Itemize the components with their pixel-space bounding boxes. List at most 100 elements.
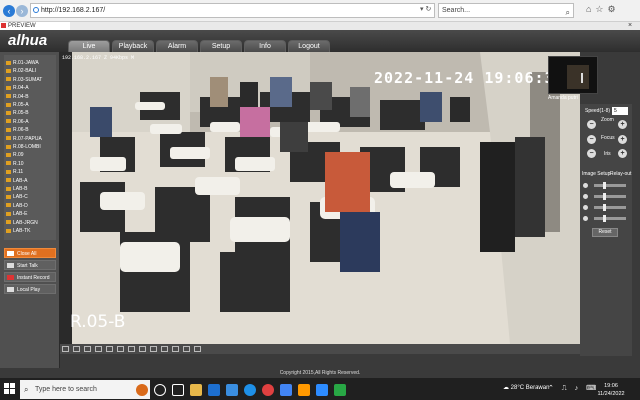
mail-icon[interactable] bbox=[208, 384, 220, 396]
tab-logout[interactable]: Logout bbox=[288, 40, 330, 52]
close-all-button[interactable]: Close All bbox=[4, 248, 56, 258]
folder-icon bbox=[7, 287, 14, 292]
pumpkin-icon bbox=[136, 384, 148, 396]
camera-list-item[interactable]: R.10 bbox=[6, 160, 24, 168]
contrast-slider[interactable] bbox=[594, 193, 626, 200]
camera-list-item[interactable]: R.01-JAWA bbox=[6, 59, 39, 67]
camera-list[interactable]: R.01-JAWA R.02-BALI R.03-SUMAT R.04-A R.04-B… bbox=[4, 55, 56, 240]
instant-record-button[interactable]: Instant Record bbox=[4, 272, 56, 282]
app-icon[interactable] bbox=[298, 384, 310, 396]
file-explorer-icon[interactable] bbox=[190, 384, 202, 396]
reset-button[interactable]: Reset bbox=[592, 228, 618, 237]
view-layout-icon[interactable] bbox=[161, 346, 168, 352]
video-toolbar bbox=[60, 344, 580, 354]
taskbar-clock[interactable]: 19:06 11/24/2022 bbox=[596, 382, 626, 398]
camera-list-item[interactable]: LAB-C bbox=[6, 193, 28, 201]
camera-label: R.07-PAPUA bbox=[13, 135, 42, 142]
focus-in-button[interactable]: + bbox=[618, 135, 627, 144]
camera-list-item[interactable]: R.03-SUMAT bbox=[6, 76, 42, 84]
store-icon[interactable] bbox=[226, 384, 238, 396]
weather-widget[interactable]: ☁ 28°C Berawan bbox=[503, 384, 549, 391]
camera-icon bbox=[6, 111, 11, 116]
chrome-icon[interactable] bbox=[262, 384, 274, 396]
camera-list-item[interactable]: R.02-BALI bbox=[6, 67, 36, 75]
camera-list-item[interactable]: R.05-B bbox=[6, 109, 29, 117]
app-icon[interactable] bbox=[334, 384, 346, 396]
view-layout-icon[interactable] bbox=[73, 346, 80, 352]
view-layout-icon[interactable] bbox=[183, 346, 190, 352]
system-tray-icons[interactable]: ⌃ ⎍ ♪ ⌨ bbox=[548, 384, 599, 393]
browser-search-input[interactable]: Search... ⌕ bbox=[438, 3, 574, 18]
camera-list-item[interactable]: R.06-B bbox=[6, 126, 29, 134]
camera-list-item[interactable]: R.06-A bbox=[6, 118, 29, 126]
tab-live[interactable]: Live bbox=[68, 40, 110, 52]
slider-knob[interactable] bbox=[602, 215, 606, 222]
search-icon[interactable]: ⌕ bbox=[566, 6, 570, 19]
view-layout-icon[interactable] bbox=[84, 346, 91, 352]
zoom-in-button[interactable]: + bbox=[618, 120, 627, 129]
tab-preview[interactable]: PREVIEW bbox=[0, 22, 70, 30]
view-layout-icon[interactable] bbox=[150, 346, 157, 352]
camera-list-item[interactable]: LAB-E bbox=[6, 210, 27, 218]
view-layout-icon[interactable] bbox=[62, 346, 69, 352]
camera-list-item[interactable]: R.04-B bbox=[6, 93, 29, 101]
camera-icon bbox=[6, 94, 11, 99]
view-layout-icon[interactable] bbox=[117, 346, 124, 352]
view-layout-icon[interactable] bbox=[128, 346, 135, 352]
app-icon[interactable] bbox=[280, 384, 292, 396]
camera-label: R.09 bbox=[13, 152, 24, 159]
camera-list-item[interactable]: R.11 bbox=[6, 168, 23, 176]
back-icon[interactable]: ‹ bbox=[3, 5, 15, 17]
hue-slider[interactable] bbox=[594, 215, 626, 222]
url-field[interactable]: http://192.168.2.167/ bbox=[30, 3, 435, 18]
close-tab-icon[interactable]: × bbox=[628, 22, 632, 29]
forward-icon[interactable]: › bbox=[16, 5, 28, 17]
taskbar-search-input[interactable]: ⌕ Type here to search bbox=[20, 380, 150, 399]
task-view-icon[interactable] bbox=[172, 384, 184, 396]
saturation-slider[interactable] bbox=[594, 204, 626, 211]
camera-list-item[interactable]: R.05-A bbox=[6, 101, 29, 109]
image-setup-label: Image Setup bbox=[582, 171, 611, 177]
camera-list-item[interactable]: R.07-PAPUA bbox=[6, 135, 42, 143]
view-layout-icon[interactable] bbox=[95, 346, 102, 352]
camera-list-item[interactable]: R.04-A bbox=[6, 84, 29, 92]
edge-icon[interactable] bbox=[244, 384, 256, 396]
slider-knob[interactable] bbox=[602, 204, 606, 211]
camera-list-item[interactable]: LAB-TK bbox=[6, 227, 31, 235]
camera-list-item[interactable]: R.08-LOMBI bbox=[6, 143, 41, 151]
tab-setup[interactable]: Setup bbox=[200, 40, 242, 52]
favorites-icon[interactable]: ⌂☆⚙ bbox=[586, 4, 620, 15]
slider-knob[interactable] bbox=[602, 193, 606, 200]
view-layout-icon[interactable] bbox=[139, 346, 146, 352]
slider-knob[interactable] bbox=[602, 182, 606, 189]
tab-info[interactable]: Info bbox=[244, 40, 286, 52]
start-talk-button[interactable]: Start Talk bbox=[4, 260, 56, 270]
tab-alarm[interactable]: Alarm bbox=[156, 40, 198, 52]
iris-close-button[interactable]: − bbox=[587, 149, 596, 158]
tab-playback[interactable]: Playback bbox=[112, 40, 154, 52]
camera-list-item[interactable]: LAB-JRGN bbox=[6, 219, 38, 227]
osd-camera-name: R.05-B bbox=[70, 312, 126, 332]
speed-select[interactable]: 5 bbox=[612, 107, 628, 115]
cortana-icon[interactable] bbox=[154, 384, 166, 396]
refresh-icon[interactable]: ▾ ↻ bbox=[420, 5, 431, 13]
windows-start-icon[interactable] bbox=[4, 383, 16, 395]
focus-out-button[interactable]: − bbox=[587, 135, 596, 144]
camera-list-item[interactable]: LAB-A bbox=[6, 177, 27, 185]
local-play-button[interactable]: Local Play bbox=[4, 284, 56, 294]
iris-open-button[interactable]: + bbox=[618, 149, 627, 158]
camera-icon bbox=[6, 203, 11, 208]
camera-list-item[interactable]: LAB-B bbox=[6, 185, 27, 193]
record-icon bbox=[7, 275, 14, 280]
zoom-out-button[interactable]: − bbox=[587, 120, 596, 129]
view-layout-icon[interactable] bbox=[172, 346, 179, 352]
video-feed[interactable] bbox=[60, 52, 580, 344]
ie-icon bbox=[33, 7, 39, 13]
camera-list-item[interactable]: R.09 bbox=[6, 151, 24, 159]
view-layout-icon[interactable] bbox=[194, 346, 201, 352]
app-icon[interactable] bbox=[316, 384, 328, 396]
camera-list-item[interactable]: LAB-D bbox=[6, 202, 28, 210]
brightness-slider[interactable] bbox=[594, 182, 626, 189]
zoom-label: Zoom bbox=[601, 117, 614, 123]
view-layout-icon[interactable] bbox=[106, 346, 113, 352]
